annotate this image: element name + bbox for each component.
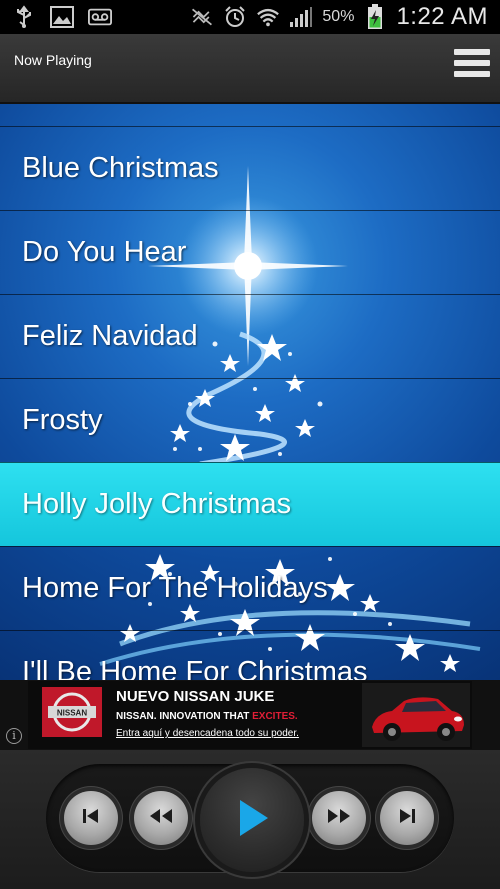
- ad-tagline: NISSAN. INNOVATION THAT EXCITES.: [116, 711, 298, 722]
- alarm-icon: [223, 5, 247, 29]
- battery-charging-icon: [363, 4, 387, 29]
- battery-percent: 50%: [322, 8, 355, 25]
- skip-previous-icon: [80, 806, 102, 831]
- wifi-icon: [256, 5, 280, 29]
- app-header: Now Playing: [0, 34, 500, 104]
- song-row[interactable]: Home For The Holidays: [0, 546, 500, 630]
- song-row[interactable]: I'll Be Home For Christmas: [0, 630, 500, 680]
- song-list-area[interactable]: Blue Christmas Do You Hear Feliz Navidad Fr…: [0, 104, 500, 680]
- page-title: Now Playing: [14, 52, 92, 68]
- image-icon: [50, 5, 74, 29]
- usb-icon: [12, 5, 36, 29]
- ad-tagline-text: NISSAN. INNOVATION THAT: [116, 711, 250, 722]
- song-row[interactable]: Holly Jolly Christmas: [0, 462, 500, 546]
- mute-icon: [190, 5, 214, 29]
- voicemail-icon: [88, 5, 112, 29]
- ad-headline: NUEVO NISSAN JUKE: [116, 688, 275, 705]
- song-title: Feliz Navidad: [22, 320, 198, 352]
- info-icon[interactable]: i: [6, 728, 22, 744]
- fast-forward-button[interactable]: [312, 791, 366, 845]
- rewind-icon: [148, 806, 174, 831]
- song-title: Home For The Holidays: [22, 572, 328, 604]
- hamburger-menu-icon[interactable]: [454, 49, 490, 89]
- song-title: Do You Hear: [22, 236, 187, 268]
- nissan-logo: NISSAN: [42, 687, 102, 737]
- signal-icon: [289, 5, 313, 29]
- ad-banner[interactable]: NISSAN NUEVO NISSAN JUKE NISSAN. INNOVAT…: [28, 681, 472, 749]
- song-row[interactable]: Blue Christmas: [0, 126, 500, 210]
- car-image: [362, 683, 470, 747]
- rewind-button[interactable]: [134, 791, 188, 845]
- ad-cta-link[interactable]: Entra aquí y desencadena todo su poder.: [116, 728, 299, 739]
- song-title: Holly Jolly Christmas: [22, 488, 292, 520]
- skip-next-icon: [396, 806, 418, 831]
- fast-forward-icon: [326, 806, 352, 831]
- song-title: Blue Christmas: [22, 152, 219, 184]
- svg-text:NISSAN: NISSAN: [57, 709, 87, 718]
- song-row[interactable]: Feliz Navidad: [0, 294, 500, 378]
- song-row[interactable]: Do You Hear: [0, 210, 500, 294]
- song-title: I'll Be Home For Christmas: [22, 656, 368, 680]
- song-row[interactable]: Frosty: [0, 378, 500, 462]
- play-icon: [234, 798, 270, 843]
- song-title: Frosty: [22, 404, 103, 436]
- song-list: Blue Christmas Do You Hear Feliz Navidad Fr…: [0, 104, 500, 680]
- clock: 1:22 AM: [396, 3, 488, 30]
- ad-tagline-highlight: EXCITES.: [252, 711, 298, 722]
- status-bar: 50% 1:22 AM: [0, 0, 500, 34]
- skip-previous-button[interactable]: [64, 791, 118, 845]
- play-button[interactable]: [200, 768, 304, 872]
- ad-strip: i NISSAN NUEVO NISSAN JUKE NISSAN. INNOV…: [0, 680, 500, 750]
- skip-next-button[interactable]: [380, 791, 434, 845]
